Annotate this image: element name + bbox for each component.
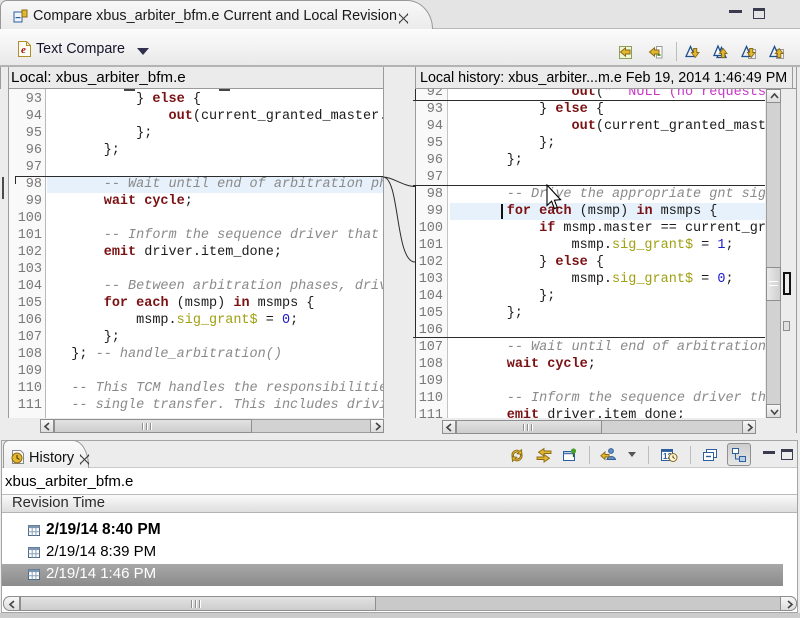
svg-text:e: e bbox=[21, 44, 26, 56]
